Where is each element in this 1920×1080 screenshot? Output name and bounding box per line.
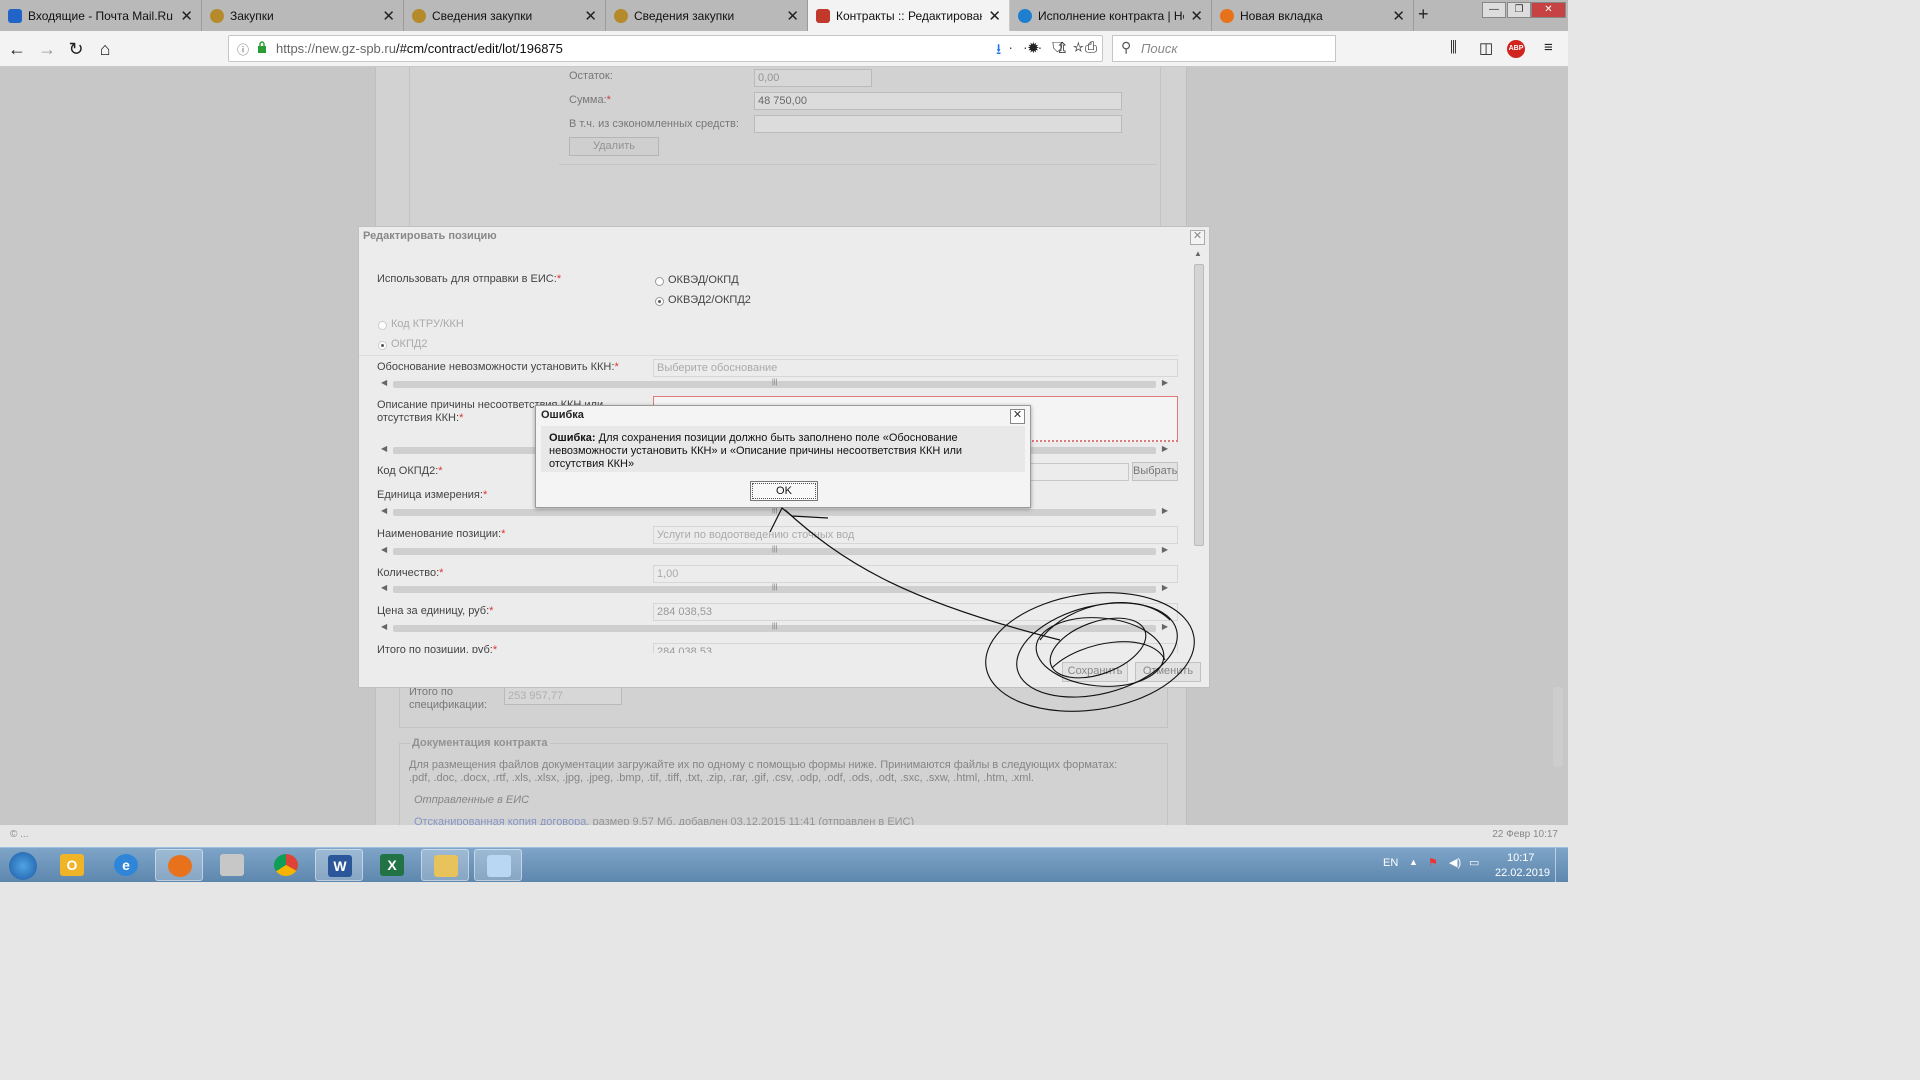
tray-expand-icon[interactable]: ▲ — [1409, 857, 1418, 867]
network-warning-icon[interactable]: ⚑ — [1428, 856, 1438, 869]
firefox-icon — [168, 855, 192, 877]
show-desktop-button[interactable] — [1555, 848, 1569, 883]
status-left: © ... — [10, 829, 29, 840]
status-right: 22 Февр 10:17 — [1492, 829, 1558, 840]
taskbar-outlook[interactable]: O — [48, 849, 96, 881]
clock-time[interactable]: 10:17 — [1507, 852, 1535, 864]
chrome-icon — [274, 854, 298, 876]
start-button[interactable] — [0, 849, 46, 881]
page-status-bar: © ... 22 Февр 10:17 — [0, 825, 1568, 847]
taskbar-chrome[interactable] — [262, 849, 310, 881]
monitor-icon[interactable]: ▭ — [1469, 856, 1479, 869]
taskbar-paint[interactable] — [474, 849, 522, 881]
printer-icon — [220, 854, 244, 876]
taskbar-printer[interactable] — [208, 849, 256, 881]
excel-icon: X — [380, 854, 404, 876]
clock-date[interactable]: 22.02.2019 — [1495, 867, 1550, 879]
folder-icon — [434, 855, 458, 877]
windows-logo-icon — [9, 852, 37, 880]
hand-drawn-annotation — [769, 507, 1195, 712]
windows-taskbar: O e W X EN ▲ ⚑ ◀) ▭ 10:17 22.02.2019 — [0, 847, 1569, 883]
taskbar-ie[interactable]: e — [102, 849, 150, 881]
paint-icon — [487, 855, 511, 877]
internet-explorer-icon: e — [114, 854, 138, 876]
taskbar-excel[interactable]: X — [368, 849, 416, 881]
language-indicator[interactable]: EN — [1383, 857, 1398, 869]
word-icon: W — [328, 855, 352, 877]
volume-icon[interactable]: ◀) — [1449, 856, 1461, 869]
taskbar-explorer[interactable] — [421, 849, 469, 881]
taskbar-firefox[interactable] — [155, 849, 203, 881]
outlook-icon: O — [60, 854, 84, 876]
taskbar-word[interactable]: W — [315, 849, 363, 881]
